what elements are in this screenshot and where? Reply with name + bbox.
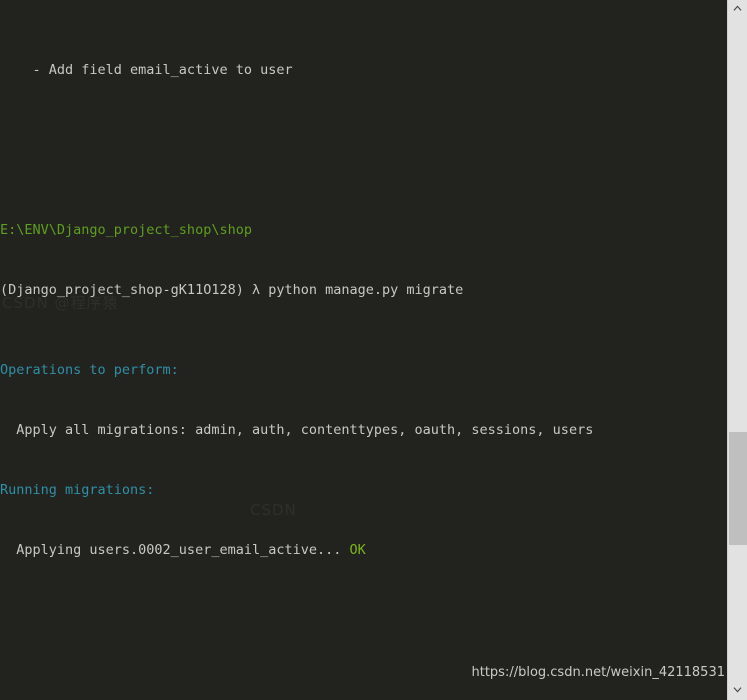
apply-migrations-text: Apply all migrations: admin, auth, conte… bbox=[0, 422, 594, 438]
applying-migration-text: Applying users.0002_user_email_active... bbox=[0, 542, 350, 558]
line-apply-migrations: Apply all migrations: admin, auth, conte… bbox=[0, 420, 727, 440]
operations-header-text: Operations to perform: bbox=[0, 362, 179, 378]
terminal-window[interactable]: CSDN @程序猿 CSDN - Add field email_active … bbox=[0, 0, 747, 700]
scroll-up-arrow-icon[interactable] bbox=[728, 0, 747, 18]
prompt-path-text-1: E:\ENV\Django_project_shop\shop bbox=[0, 222, 252, 238]
prompt-lambda-icon-1: λ bbox=[243, 282, 269, 298]
scrollbar-track-upper[interactable] bbox=[728, 18, 747, 432]
line-operations-header: Operations to perform: bbox=[0, 360, 727, 380]
scrollbar-thumb[interactable] bbox=[729, 432, 747, 545]
migration-status-ok: OK bbox=[349, 542, 366, 558]
running-migrations-text: Running migrations: bbox=[0, 482, 155, 498]
scroll-down-arrow-icon[interactable] bbox=[728, 682, 747, 700]
prompt-path-1: E:\ENV\Django_project_shop\shop bbox=[0, 220, 727, 240]
venv-label-1: (Django_project_shop-gK11O128) bbox=[0, 282, 244, 298]
migration-note-text: - Add field email_active to user bbox=[0, 62, 293, 78]
terminal-output[interactable]: - Add field email_active to user E:\ENV\… bbox=[0, 0, 727, 700]
scrollbar-track-lower[interactable] bbox=[728, 545, 747, 682]
line-applying-migration: Applying users.0002_user_email_active...… bbox=[0, 540, 727, 560]
vertical-scrollbar[interactable] bbox=[727, 0, 747, 700]
line-migration-note: - Add field email_active to user bbox=[0, 60, 727, 80]
line-running-migrations-header: Running migrations: bbox=[0, 480, 727, 500]
prompt-command-line-1[interactable]: (Django_project_shop-gK11O128) λ python … bbox=[0, 280, 727, 300]
command-text-1: python manage.py migrate bbox=[268, 282, 464, 298]
csdn-url-watermark: https://blog.csdn.net/weixin_42118531 bbox=[471, 665, 725, 680]
